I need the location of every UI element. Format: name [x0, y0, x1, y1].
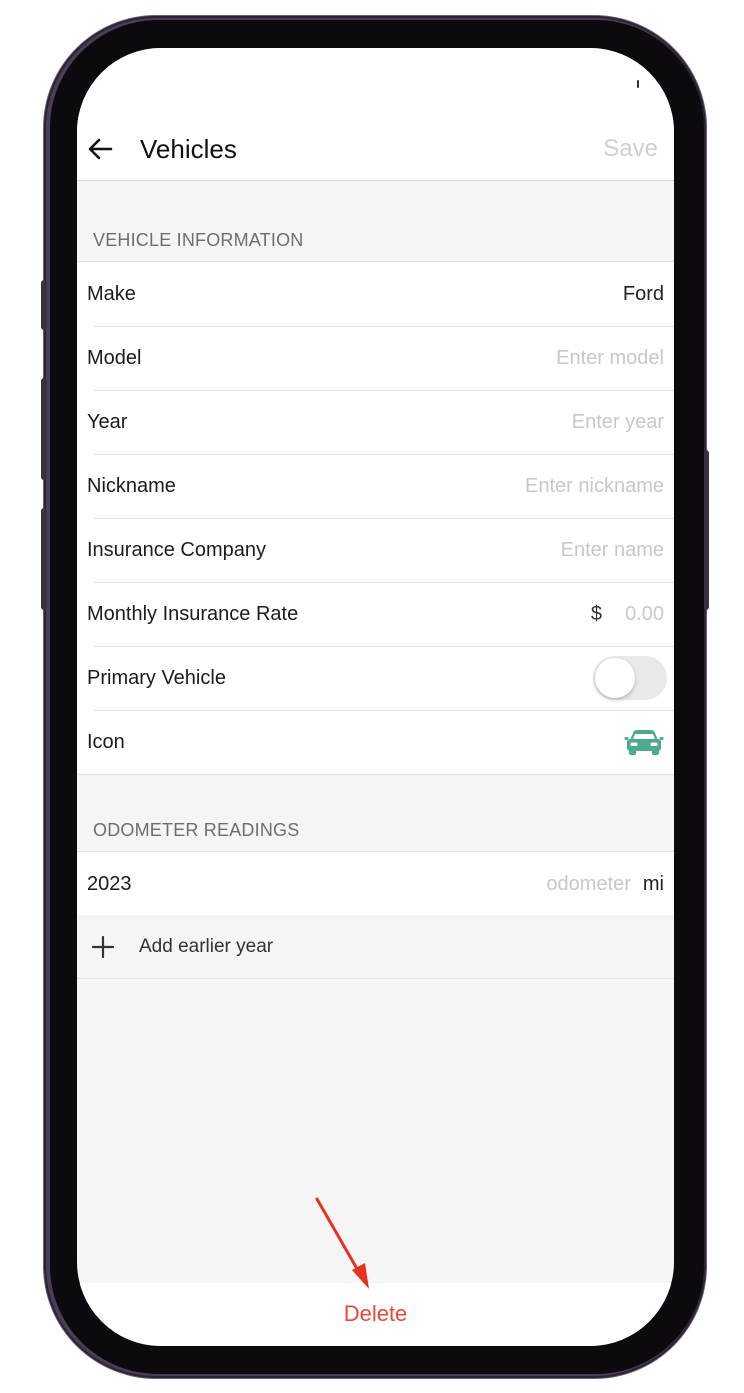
make-value[interactable]: Ford: [623, 283, 664, 306]
nickname-label: Nickname: [87, 474, 176, 497]
odometer-input[interactable]: odometer: [546, 873, 631, 896]
vehicle-information-group: Make Ford Model Year Nickname Insurance …: [77, 261, 674, 775]
plus-icon: [91, 935, 115, 959]
delete-button[interactable]: Delete: [77, 1301, 674, 1327]
volume-up-button: [41, 378, 47, 480]
insurance-rate-input[interactable]: [614, 602, 664, 626]
navigation-bar: Vehicles Save: [77, 118, 674, 181]
status-bar: [77, 48, 674, 118]
odometer-year: 2023: [87, 872, 132, 895]
primary-vehicle-label: Primary Vehicle: [87, 666, 226, 689]
odometer-row: 2023 odometer mi: [77, 852, 674, 916]
insurance-company-label: Insurance Company: [87, 538, 266, 561]
year-label: Year: [87, 410, 128, 433]
model-input[interactable]: [424, 346, 664, 370]
save-button[interactable]: Save: [603, 133, 658, 165]
car-icon[interactable]: [624, 727, 664, 757]
annotation-arrow: [315, 1197, 369, 1289]
page-title: Vehicles: [140, 134, 237, 164]
toggle-knob: [595, 658, 635, 698]
year-row: Year: [77, 390, 674, 454]
silent-switch: [41, 280, 47, 330]
model-row: Model: [77, 326, 674, 390]
odometer-readings-group: 2023 odometer mi: [77, 851, 674, 917]
insurance-company-row: Insurance Company: [77, 518, 674, 582]
odometer-readings-header: ODOMETER READINGS: [93, 820, 300, 840]
year-input[interactable]: [424, 410, 664, 434]
make-label: Make: [87, 282, 136, 305]
currency-symbol: $: [590, 602, 602, 625]
icon-label: Icon: [87, 730, 125, 753]
icon-row[interactable]: Icon: [77, 710, 674, 774]
nickname-row: Nickname: [77, 454, 674, 518]
insurance-company-input[interactable]: [424, 538, 664, 562]
add-earlier-year-label: Add earlier year: [139, 935, 274, 957]
vehicle-information-header: VEHICLE INFORMATION: [93, 230, 304, 250]
volume-down-button: [41, 508, 47, 610]
primary-vehicle-row: Primary Vehicle: [77, 646, 674, 710]
make-row[interactable]: Make Ford: [77, 262, 674, 326]
add-earlier-year-button[interactable]: Add earlier year: [77, 915, 674, 979]
model-label: Model: [87, 346, 142, 369]
back-button[interactable]: [83, 132, 117, 166]
insurance-rate-label: Monthly Insurance Rate: [87, 602, 299, 625]
arrow-left-icon: [88, 138, 113, 160]
primary-vehicle-toggle[interactable]: [593, 656, 667, 700]
nickname-input[interactable]: [424, 474, 664, 498]
app-screen: Vehicles Save VEHICLE INFORMATION Make F…: [77, 48, 674, 1346]
insurance-rate-row: Monthly Insurance Rate $: [77, 582, 674, 646]
odometer-unit: mi: [642, 872, 664, 895]
status-indicator: [637, 80, 639, 88]
